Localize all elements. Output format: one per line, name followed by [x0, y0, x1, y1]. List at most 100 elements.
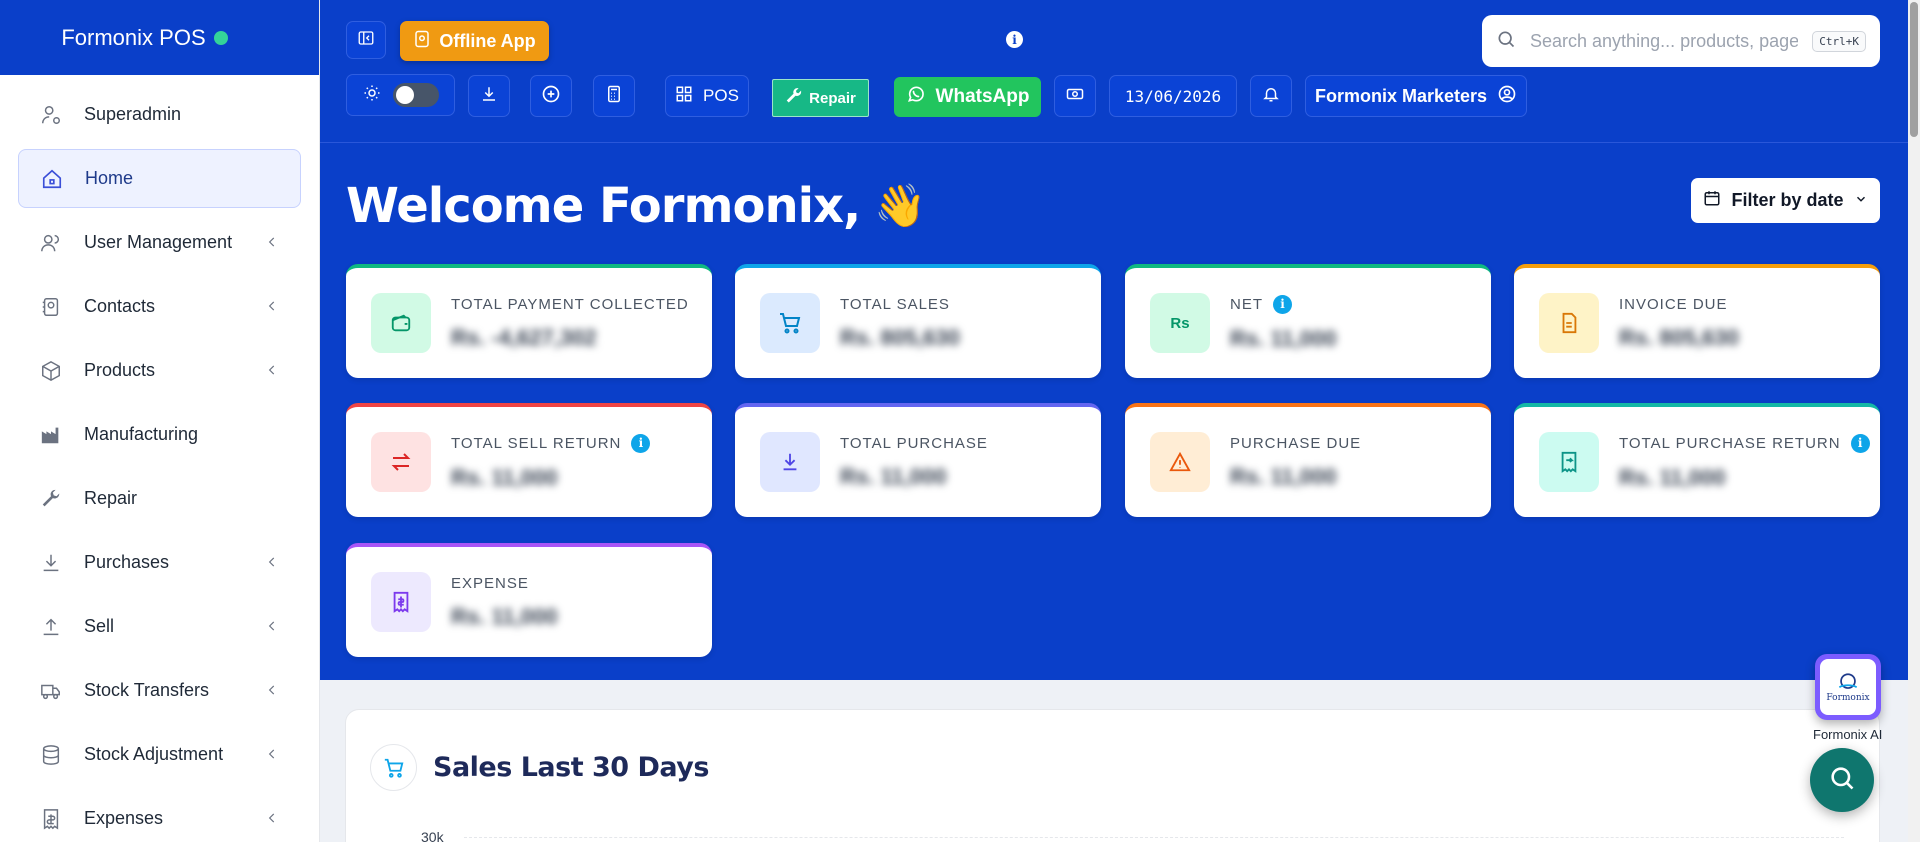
receipt-return-icon	[1539, 432, 1599, 492]
notifications-button[interactable]	[1250, 75, 1292, 117]
date-display[interactable]: 13/06/2026	[1109, 75, 1237, 117]
sidebar-item-label: Expenses	[84, 808, 164, 828]
stat-label-text: NET	[1230, 295, 1263, 313]
ai-assistant-button[interactable]: Formonix	[1815, 654, 1881, 720]
filter-by-date-button[interactable]: Filter by date	[1691, 178, 1880, 223]
download-button[interactable]	[468, 75, 510, 117]
repair-button[interactable]: Repair	[772, 79, 869, 117]
stat-text: INVOICE DUE Rs. 805,630	[1619, 296, 1739, 351]
sidebar-item-label: Home	[85, 168, 134, 188]
cash-register-button[interactable]	[1054, 75, 1096, 117]
stat-text: TOTAL SALES Rs. 805,630	[840, 296, 960, 351]
stat-text: EXPENSE Rs. 11,000	[451, 575, 557, 630]
theme-switch[interactable]	[392, 83, 439, 107]
stat-card-net[interactable]: Rs NET i Rs. 11,000	[1125, 264, 1491, 378]
search-fab-button[interactable]	[1810, 748, 1874, 812]
wallet-icon	[371, 293, 431, 353]
user-circle-icon	[1497, 84, 1517, 109]
rupee-icon: Rs	[1150, 293, 1210, 353]
sidebar-item-label: Products	[84, 360, 156, 380]
chart-gridline	[464, 837, 1844, 838]
stat-label-text: PURCHASE DUE	[1230, 434, 1362, 452]
wave-emoji: 👋	[874, 181, 926, 230]
chevron-left-icon	[265, 233, 279, 254]
pos-button[interactable]: POS	[665, 75, 749, 117]
sidebar-item-sell[interactable]: Sell	[18, 597, 301, 656]
stat-label: TOTAL SELL RETURN i	[451, 433, 651, 453]
scrollbar-thumb[interactable]	[1910, 2, 1918, 137]
header-divider	[320, 142, 1908, 143]
upload-icon	[40, 616, 62, 638]
global-search[interactable]: Ctrl+K	[1482, 15, 1880, 67]
search-shortcut-badge: Ctrl+K	[1812, 30, 1866, 52]
calculator-button[interactable]	[593, 75, 635, 117]
filter-label: Filter by date	[1731, 190, 1844, 210]
chevron-left-icon	[265, 617, 279, 638]
sidebar-toggle-button[interactable]	[346, 21, 386, 59]
y-axis-tick: 30k	[421, 829, 444, 842]
user-gear-icon	[40, 104, 62, 126]
stat-value: Rs. 11,000	[451, 464, 558, 490]
sidebar-item-expenses[interactable]: Expenses	[18, 789, 301, 842]
sidebar-item-home[interactable]: Home	[18, 149, 301, 208]
info-icon[interactable]: i	[1006, 31, 1023, 48]
sidebar-item-stock-adjustment[interactable]: Stock Adjustment	[18, 725, 301, 784]
offline-app-button[interactable]: Offline App	[400, 21, 549, 61]
swap-icon	[371, 432, 431, 492]
sidebar-item-label: Repair	[84, 488, 138, 508]
stat-label: EXPENSE	[451, 575, 557, 592]
theme-toggle[interactable]	[346, 74, 455, 116]
info-icon[interactable]: i	[1273, 294, 1292, 314]
stat-card-total-sell-return[interactable]: TOTAL SELL RETURN i Rs. 11,000	[346, 403, 712, 517]
stat-label-text: TOTAL SELL RETURN	[451, 434, 622, 452]
cart-icon	[370, 744, 417, 791]
stat-card-total-purchase[interactable]: TOTAL PURCHASE Rs. 11,000	[735, 403, 1101, 517]
add-button[interactable]	[530, 75, 572, 117]
stat-label-text: INVOICE DUE	[1619, 295, 1728, 313]
sidebar-item-products[interactable]: Products	[18, 341, 301, 400]
sun-icon	[363, 84, 381, 107]
cart-icon	[760, 293, 820, 353]
info-icon[interactable]: i	[1850, 433, 1870, 453]
stat-card-invoice-due[interactable]: INVOICE DUE Rs. 805,630	[1514, 264, 1880, 378]
sidebar-item-superadmin[interactable]: Superadmin	[18, 85, 301, 144]
stat-card-total-payment-collected[interactable]: TOTAL PAYMENT COLLECTED Rs. -4,627,302	[346, 264, 712, 378]
stat-label: TOTAL PURCHASE RETURN i	[1619, 433, 1870, 453]
invoice-icon	[1539, 293, 1599, 353]
stat-label: NET i	[1230, 294, 1336, 314]
whatsapp-button[interactable]: WhatsApp	[894, 77, 1041, 117]
stat-value: Rs. 11,000	[840, 463, 947, 489]
sidebar-item-purchases[interactable]: Purchases	[18, 533, 301, 592]
stat-card-total-purchase-return[interactable]: TOTAL PURCHASE RETURN i Rs. 11,000	[1514, 403, 1880, 517]
stat-text: NET i Rs. 11,000	[1230, 294, 1336, 352]
info-icon[interactable]: i	[631, 433, 651, 453]
sidebar-item-label: Purchases	[84, 552, 170, 572]
stat-card-total-sales[interactable]: TOTAL SALES Rs. 805,630	[735, 264, 1101, 378]
sidebar-item-repair[interactable]: Repair	[18, 469, 301, 528]
brand-header[interactable]: Formonix POS	[0, 0, 319, 75]
stat-value: Rs. 805,630	[1619, 324, 1739, 350]
search-input[interactable]	[1530, 30, 1799, 52]
stat-label-text: EXPENSE	[451, 574, 529, 592]
sidebar-collapse-icon	[357, 29, 375, 52]
chevron-left-icon	[265, 681, 279, 702]
sidebar-item-label: Stock Adjustment	[84, 744, 224, 764]
user-menu-button[interactable]: Formonix Marketers	[1305, 75, 1527, 117]
sidebar-item-stock-transfers[interactable]: Stock Transfers	[18, 661, 301, 720]
plus-circle-icon	[541, 84, 561, 109]
welcome-heading: Welcome Formonix, 👋	[346, 178, 927, 234]
stat-card-purchase-due[interactable]: PURCHASE DUE Rs. 11,000	[1125, 403, 1491, 517]
stat-card-expense[interactable]: EXPENSE Rs. 11,000	[346, 543, 712, 657]
page-scrollbar[interactable]	[1908, 0, 1920, 842]
factory-icon	[40, 424, 62, 446]
download-icon	[40, 552, 62, 574]
sidebar-item-contacts[interactable]: Contacts	[18, 277, 301, 336]
status-dot-icon	[213, 30, 228, 45]
sidebar-item-label: Superadmin	[84, 104, 182, 124]
sidebar-menu: Superadmin Home User Management Contacts…	[0, 75, 319, 842]
search-icon	[1496, 29, 1516, 54]
sidebar-item-user-management[interactable]: User Management	[18, 213, 301, 272]
sidebar-item-manufacturing[interactable]: Manufacturing	[18, 405, 301, 464]
date-value: 13/06/2026	[1124, 86, 1222, 106]
chevron-down-icon	[1854, 190, 1868, 211]
